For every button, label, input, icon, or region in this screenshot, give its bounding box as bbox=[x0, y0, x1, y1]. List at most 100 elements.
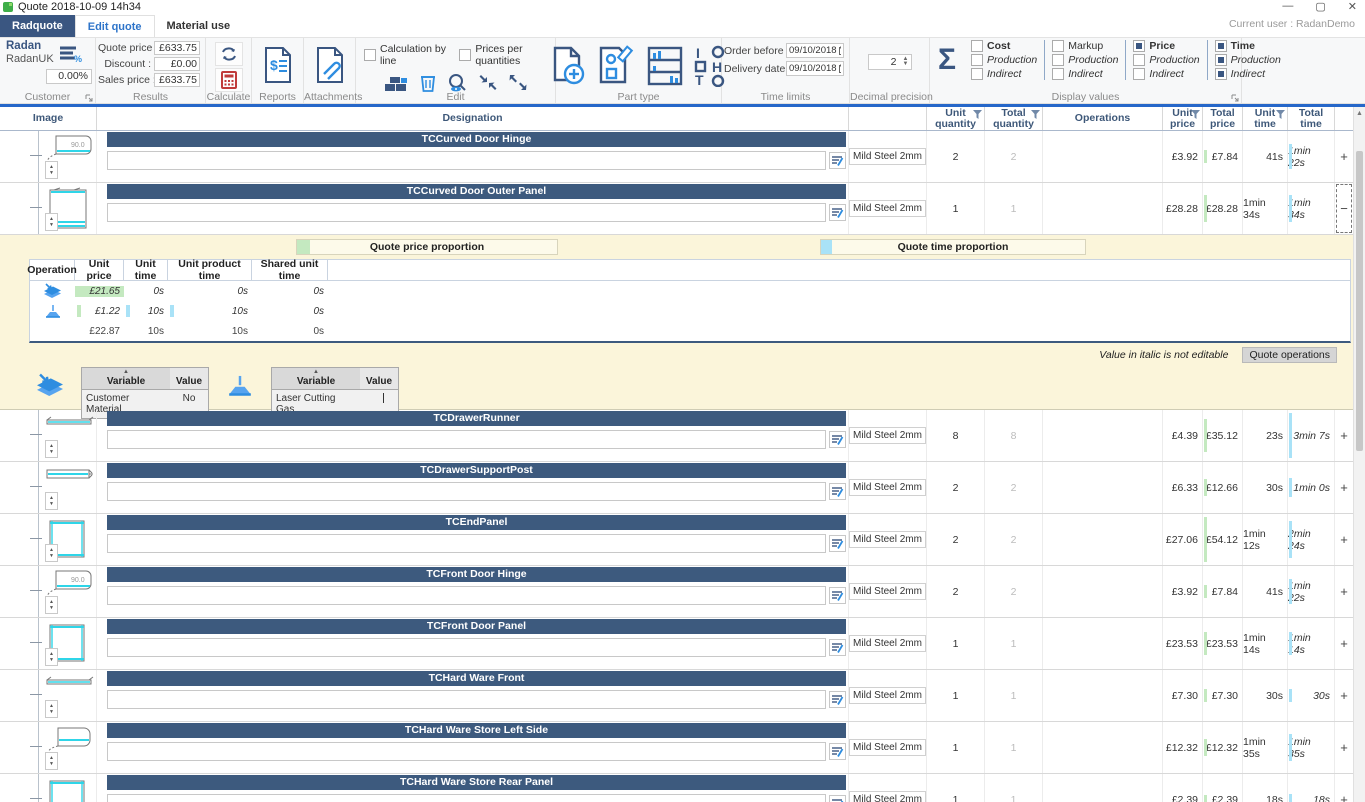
quantity-spinner[interactable]: ▲▼ bbox=[45, 492, 58, 510]
unit-quantity-cell[interactable]: 1 bbox=[927, 670, 985, 721]
unit-quantity-cell[interactable]: 1 bbox=[927, 774, 985, 802]
edit-part-icon[interactable] bbox=[596, 45, 636, 87]
unit-quantity-cell[interactable]: 2 bbox=[927, 566, 985, 617]
collapse-all-icon[interactable] bbox=[478, 73, 498, 92]
order-before-date[interactable]: 09/10/2018 bbox=[786, 43, 844, 58]
notes-edit-icon[interactable] bbox=[829, 483, 846, 500]
material-button[interactable]: Mild Steel 2mm bbox=[849, 583, 926, 600]
preview-icon[interactable] bbox=[446, 73, 468, 92]
notes-edit-icon[interactable] bbox=[829, 639, 846, 656]
op-unit-price[interactable]: £1.22 bbox=[75, 306, 124, 317]
quote-price-value[interactable]: £633.75 bbox=[154, 41, 200, 55]
designation-input[interactable] bbox=[107, 742, 826, 761]
material-button[interactable]: Mild Steel 2mm bbox=[849, 479, 926, 496]
header-unit-price[interactable]: Unit price bbox=[1163, 107, 1203, 130]
quantity-spinner[interactable]: ▲▼ bbox=[45, 700, 58, 718]
designation-input[interactable] bbox=[107, 430, 826, 449]
unit-quantity-cell[interactable]: 1 bbox=[927, 183, 985, 234]
spinner-arrows-icon[interactable]: ▲▼ bbox=[901, 57, 911, 67]
row-expander[interactable]: + bbox=[1335, 514, 1353, 565]
tab-material-use[interactable]: Material use bbox=[155, 15, 243, 37]
row-expander[interactable]: + bbox=[1335, 462, 1353, 513]
scroll-up-icon[interactable]: ▲ bbox=[1354, 107, 1365, 119]
notes-edit-icon[interactable] bbox=[829, 691, 846, 708]
header-designation[interactable]: Designation bbox=[97, 107, 849, 130]
unit-quantity-cell[interactable]: 2 bbox=[927, 514, 985, 565]
markup-indirect-checkbox[interactable]: Indirect bbox=[1052, 68, 1118, 80]
delete-icon[interactable] bbox=[420, 73, 436, 92]
discount-input[interactable]: 0.00% bbox=[46, 69, 92, 84]
price-checkbox[interactable]: Price bbox=[1133, 40, 1199, 52]
row-expander[interactable]: + bbox=[1335, 566, 1353, 617]
notes-edit-icon[interactable] bbox=[829, 204, 846, 221]
price-indirect-checkbox[interactable]: Indirect bbox=[1133, 68, 1199, 80]
calculation-by-line-checkbox[interactable]: Calculation by line bbox=[364, 43, 449, 67]
sales-price-value[interactable]: £633.75 bbox=[154, 73, 200, 87]
material-button[interactable]: Mild Steel 2mm bbox=[849, 739, 926, 756]
quantity-spinner[interactable]: ▲▼ bbox=[45, 161, 58, 179]
designation-input[interactable] bbox=[107, 638, 826, 657]
notes-edit-icon[interactable] bbox=[829, 743, 846, 760]
cost-indirect-checkbox[interactable]: Indirect bbox=[971, 68, 1037, 80]
filter-icon[interactable] bbox=[1276, 110, 1285, 119]
designation-input[interactable] bbox=[107, 482, 826, 501]
material-button[interactable]: Mild Steel 2mm bbox=[849, 531, 926, 548]
designation-input[interactable] bbox=[107, 690, 826, 709]
attachments-icon[interactable] bbox=[306, 40, 353, 84]
cost-checkbox[interactable]: Cost bbox=[971, 40, 1037, 52]
row-expander[interactable]: − bbox=[1335, 183, 1353, 234]
calculator-icon[interactable] bbox=[215, 68, 243, 92]
scrollbar-thumb[interactable] bbox=[1356, 151, 1363, 451]
op-unit-price[interactable]: £21.65 bbox=[75, 286, 124, 297]
header-image[interactable]: Image bbox=[0, 107, 97, 130]
material-button[interactable]: Mild Steel 2mm bbox=[849, 635, 926, 652]
notes-edit-icon[interactable] bbox=[829, 152, 846, 169]
unit-quantity-cell[interactable]: 1 bbox=[927, 722, 985, 773]
vertical-scrollbar[interactable]: ▲ bbox=[1353, 107, 1365, 802]
op-header-unit-product-time[interactable]: Unit product time bbox=[168, 260, 252, 280]
material-button[interactable]: Mild Steel 2mm bbox=[849, 687, 926, 704]
header-unit-time[interactable]: Unit time bbox=[1243, 107, 1288, 130]
row-expander[interactable]: + bbox=[1335, 618, 1353, 669]
prices-per-quantities-checkbox[interactable]: Prices per quantities bbox=[459, 43, 553, 67]
customer-dialog-launcher[interactable] bbox=[85, 94, 93, 102]
row-expander[interactable]: + bbox=[1335, 774, 1353, 802]
designation-input[interactable] bbox=[107, 586, 826, 605]
row-expander[interactable]: + bbox=[1335, 131, 1353, 182]
quantity-spinner[interactable]: ▲▼ bbox=[45, 544, 58, 562]
op-header-unit-time[interactable]: Unit time bbox=[124, 260, 168, 280]
reports-icon[interactable]: $ bbox=[254, 40, 301, 84]
markup-checkbox[interactable]: Markup bbox=[1052, 40, 1118, 52]
cost-production-checkbox[interactable]: Production bbox=[971, 54, 1037, 66]
recalculate-icon[interactable] bbox=[215, 42, 243, 66]
notes-edit-icon[interactable] bbox=[829, 795, 846, 802]
value-column-header[interactable]: Value bbox=[170, 368, 208, 390]
designation-input[interactable] bbox=[107, 534, 826, 553]
op-header-operation[interactable]: Operation bbox=[30, 260, 75, 280]
add-part-icon[interactable] bbox=[550, 45, 586, 87]
minimize-button[interactable]: — bbox=[1282, 0, 1293, 13]
header-unit-quantity[interactable]: Unit quantity bbox=[927, 107, 985, 130]
quantity-spinner[interactable]: ▲▼ bbox=[45, 596, 58, 614]
decimal-precision-spinner[interactable]: 2 ▲▼ bbox=[868, 54, 912, 70]
row-expander[interactable]: + bbox=[1335, 410, 1353, 461]
unit-quantity-cell[interactable]: 8 bbox=[927, 410, 985, 461]
notes-edit-icon[interactable] bbox=[829, 535, 846, 552]
restore-button[interactable]: ▢ bbox=[1315, 0, 1325, 13]
designation-input[interactable] bbox=[107, 203, 826, 222]
quantity-spinner[interactable]: ▲▼ bbox=[45, 213, 58, 231]
quote-operations-button[interactable]: Quote operations bbox=[1242, 347, 1337, 363]
notes-edit-icon[interactable] bbox=[829, 431, 846, 448]
quantity-spinner[interactable]: ▲▼ bbox=[45, 440, 58, 458]
material-button[interactable]: Mild Steel 2mm bbox=[849, 427, 926, 444]
expand-all-icon[interactable] bbox=[508, 73, 528, 92]
tab-edit-quote[interactable]: Edit quote bbox=[75, 15, 155, 37]
material-button[interactable]: Mild Steel 2mm bbox=[849, 791, 926, 802]
nest-parts-icon[interactable] bbox=[384, 74, 410, 92]
op-unit-time[interactable]: 10s bbox=[124, 306, 168, 317]
display-values-dialog-launcher[interactable] bbox=[1231, 94, 1239, 102]
tab-radquote[interactable]: Radquote bbox=[0, 15, 75, 37]
markup-production-checkbox[interactable]: Production bbox=[1052, 54, 1118, 66]
op-header-shared-unit-time[interactable]: Shared unit time bbox=[252, 260, 328, 280]
unit-quantity-cell[interactable]: 1 bbox=[927, 618, 985, 669]
